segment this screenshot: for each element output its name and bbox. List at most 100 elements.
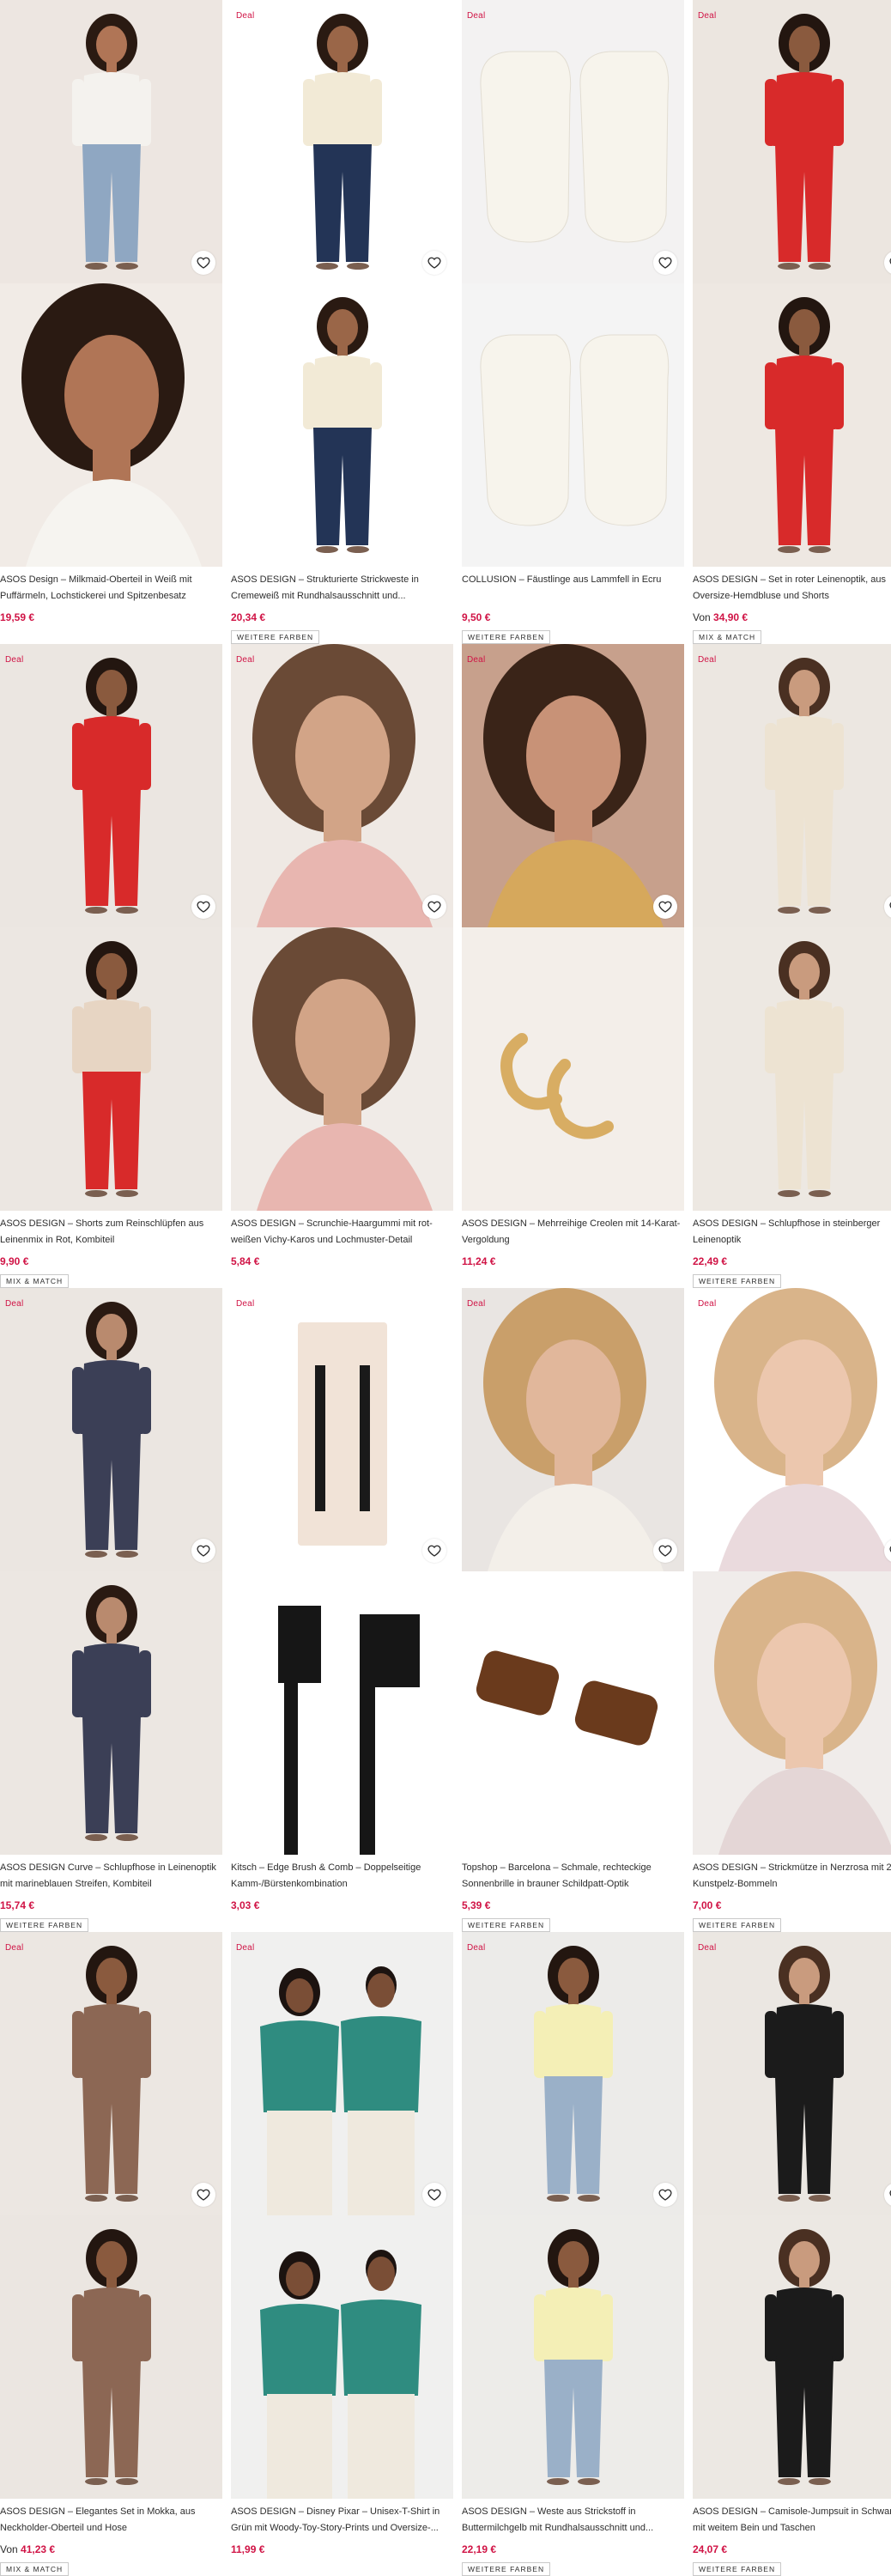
price-value: 22,49 € [693, 1255, 728, 1267]
product-image-alt[interactable] [693, 1571, 891, 1855]
product-price: 11,99 € [231, 2543, 453, 2557]
product-image[interactable]: Deal [693, 644, 891, 927]
product-title[interactable]: ASOS Design – Milkmaid-Oberteil in Weiß … [0, 572, 222, 605]
heart-icon[interactable] [191, 895, 215, 919]
product-image-alt[interactable] [462, 1571, 684, 1855]
product-image[interactable]: Deal [693, 1932, 891, 2215]
product-title[interactable]: ASOS DESIGN – Set in roter Leinenoptik, … [693, 572, 891, 605]
product-tag[interactable]: WEITERE FARBEN [693, 1274, 782, 1288]
product-image-alt[interactable] [0, 2215, 222, 2499]
product-card[interactable]: Deal ASOS DESIGN – Elegantes Set in Mokk… [0, 1932, 222, 2576]
product-card[interactable]: Deal ASOS DESIGN – Strukturierte Strickw… [231, 0, 453, 644]
product-image-alt[interactable] [231, 2215, 453, 2499]
product-tag[interactable]: WEITERE FARBEN [462, 630, 551, 644]
product-image-alt[interactable] [462, 283, 684, 567]
product-card[interactable]: Deal ASOS DESIGN – Disney Pixar – Unisex… [231, 1932, 453, 2576]
product-image-alt[interactable] [231, 1571, 453, 1855]
heart-icon[interactable] [422, 1539, 446, 1563]
product-image[interactable]: Deal [0, 1932, 222, 2215]
heart-icon[interactable] [653, 1539, 677, 1563]
product-card[interactable]: Deal ASOS DESIGN – Camisole-Jumpsuit in … [693, 1932, 891, 2576]
price-value: 5,84 € [231, 1255, 260, 1267]
price-value: 9,90 € [0, 1255, 29, 1267]
product-image[interactable]: Deal [231, 1288, 453, 1571]
heart-icon[interactable] [422, 895, 446, 919]
product-tag[interactable]: WEITERE FARBEN [693, 1918, 782, 1932]
price-value: 24,07 € [693, 2543, 728, 2555]
product-image-alt[interactable] [0, 283, 222, 567]
product-tag[interactable]: WEITERE FARBEN [231, 630, 320, 644]
product-card[interactable]: ASOS Design – Milkmaid-Oberteil in Weiß … [0, 0, 222, 644]
product-card[interactable]: Deal ASOS DESIGN – Set in roter Leinenop… [693, 0, 891, 644]
product-title[interactable]: COLLUSION – Fäustlinge aus Lammfell in E… [462, 572, 684, 605]
price-value: 3,03 € [231, 1899, 260, 1911]
product-image-alt[interactable] [231, 927, 453, 1211]
heart-icon[interactable] [653, 2183, 677, 2207]
product-image[interactable] [0, 0, 222, 283]
price-value: 15,74 € [0, 1899, 35, 1911]
heart-icon[interactable] [191, 2183, 215, 2207]
product-card[interactable]: Deal COLLUSION – Fäustlinge aus Lammfell… [462, 0, 684, 644]
heart-icon[interactable] [422, 251, 446, 275]
product-card[interactable]: Deal Topshop – Barcelona – Schmale, rech… [462, 1288, 684, 1932]
product-title[interactable]: ASOS DESIGN – Elegantes Set in Mokka, au… [0, 2504, 222, 2537]
product-image[interactable]: Deal [462, 0, 684, 283]
product-card[interactable]: Deal ASOS DESIGN – Weste aus Strickstoff… [462, 1932, 684, 2576]
product-card[interactable]: Deal Kitsch – Edge Brush & Comb – Doppel… [231, 1288, 453, 1932]
product-price: 15,74 € [0, 1899, 222, 1913]
heart-icon[interactable] [422, 2183, 446, 2207]
product-image[interactable]: Deal [462, 1288, 684, 1571]
heart-icon[interactable] [653, 895, 677, 919]
product-tag[interactable]: WEITERE FARBEN [462, 2562, 551, 2576]
product-price: 5,39 € [462, 1899, 684, 1913]
product-image[interactable]: Deal [462, 644, 684, 927]
product-price: Von 41,23 € [0, 2543, 222, 2557]
product-image[interactable]: Deal [693, 1288, 891, 1571]
product-tag[interactable]: MIX & MATCH [0, 1274, 70, 1288]
product-image-alt[interactable] [0, 927, 222, 1211]
product-title[interactable]: ASOS DESIGN – Scrunchie-Haargummi mit ro… [231, 1216, 453, 1249]
product-tag[interactable]: WEITERE FARBEN [462, 1918, 551, 1932]
product-tag[interactable]: WEITERE FARBEN [693, 2562, 782, 2576]
product-card[interactable]: Deal ASOS DESIGN – Scrunchie-Haargummi m… [231, 644, 453, 1288]
product-image[interactable]: Deal [693, 0, 891, 283]
product-title[interactable]: ASOS DESIGN – Disney Pixar – Unisex-T-Sh… [231, 2504, 453, 2537]
product-price: 7,00 € [693, 1899, 891, 1913]
product-image[interactable]: Deal [462, 1932, 684, 2215]
product-title[interactable]: Kitsch – Edge Brush & Comb – Doppelseiti… [231, 1860, 453, 1893]
product-image-alt[interactable] [693, 2215, 891, 2499]
product-title[interactable]: ASOS DESIGN – Camisole-Jumpsuit in Schwa… [693, 2504, 891, 2537]
product-title[interactable]: ASOS DESIGN – Strickmütze in Nerzrosa mi… [693, 1860, 891, 1893]
product-title[interactable]: ASOS DESIGN – Schlupfhose in steinberger… [693, 1216, 891, 1249]
product-title[interactable]: ASOS DESIGN – Weste aus Strickstoff in B… [462, 2504, 684, 2537]
product-title[interactable]: ASOS DESIGN Curve – Schlupfhose in Leine… [0, 1860, 222, 1893]
product-title[interactable]: Topshop – Barcelona – Schmale, rechtecki… [462, 1860, 684, 1893]
product-image-alt[interactable] [0, 1571, 222, 1855]
product-card[interactable]: Deal ASOS DESIGN – Shorts zum Reinschlüp… [0, 644, 222, 1288]
product-image-alt[interactable] [693, 927, 891, 1211]
product-tag[interactable]: MIX & MATCH [693, 630, 762, 644]
product-image[interactable]: Deal [231, 1932, 453, 2215]
product-grid: ASOS Design – Milkmaid-Oberteil in Weiß … [0, 0, 891, 2576]
product-tag[interactable]: WEITERE FARBEN [0, 1918, 89, 1932]
product-tag[interactable]: MIX & MATCH [0, 2562, 70, 2576]
product-image[interactable]: Deal [0, 644, 222, 927]
product-card[interactable]: Deal ASOS DESIGN – Schlupfhose in steinb… [693, 644, 891, 1288]
product-card[interactable]: Deal ASOS DESIGN – Mehrreihige Creolen m… [462, 644, 684, 1288]
product-image-alt[interactable] [693, 283, 891, 567]
product-image-alt[interactable] [462, 927, 684, 1211]
product-image-alt[interactable] [231, 283, 453, 567]
heart-icon[interactable] [191, 1539, 215, 1563]
product-title[interactable]: ASOS DESIGN – Mehrreihige Creolen mit 14… [462, 1216, 684, 1249]
deal-badge: Deal [698, 11, 717, 21]
product-image[interactable]: Deal [231, 644, 453, 927]
product-image[interactable]: Deal [231, 0, 453, 283]
product-image[interactable]: Deal [0, 1288, 222, 1571]
product-card[interactable]: Deal ASOS DESIGN – Strickmütze in Nerzro… [693, 1288, 891, 1932]
product-image-alt[interactable] [462, 2215, 684, 2499]
heart-icon[interactable] [191, 251, 215, 275]
product-title[interactable]: ASOS DESIGN – Shorts zum Reinschlüpfen a… [0, 1216, 222, 1249]
product-title[interactable]: ASOS DESIGN – Strukturierte Strickweste … [231, 572, 453, 605]
product-card[interactable]: Deal ASOS DESIGN Curve – Schlupfhose in … [0, 1288, 222, 1932]
heart-icon[interactable] [653, 251, 677, 275]
